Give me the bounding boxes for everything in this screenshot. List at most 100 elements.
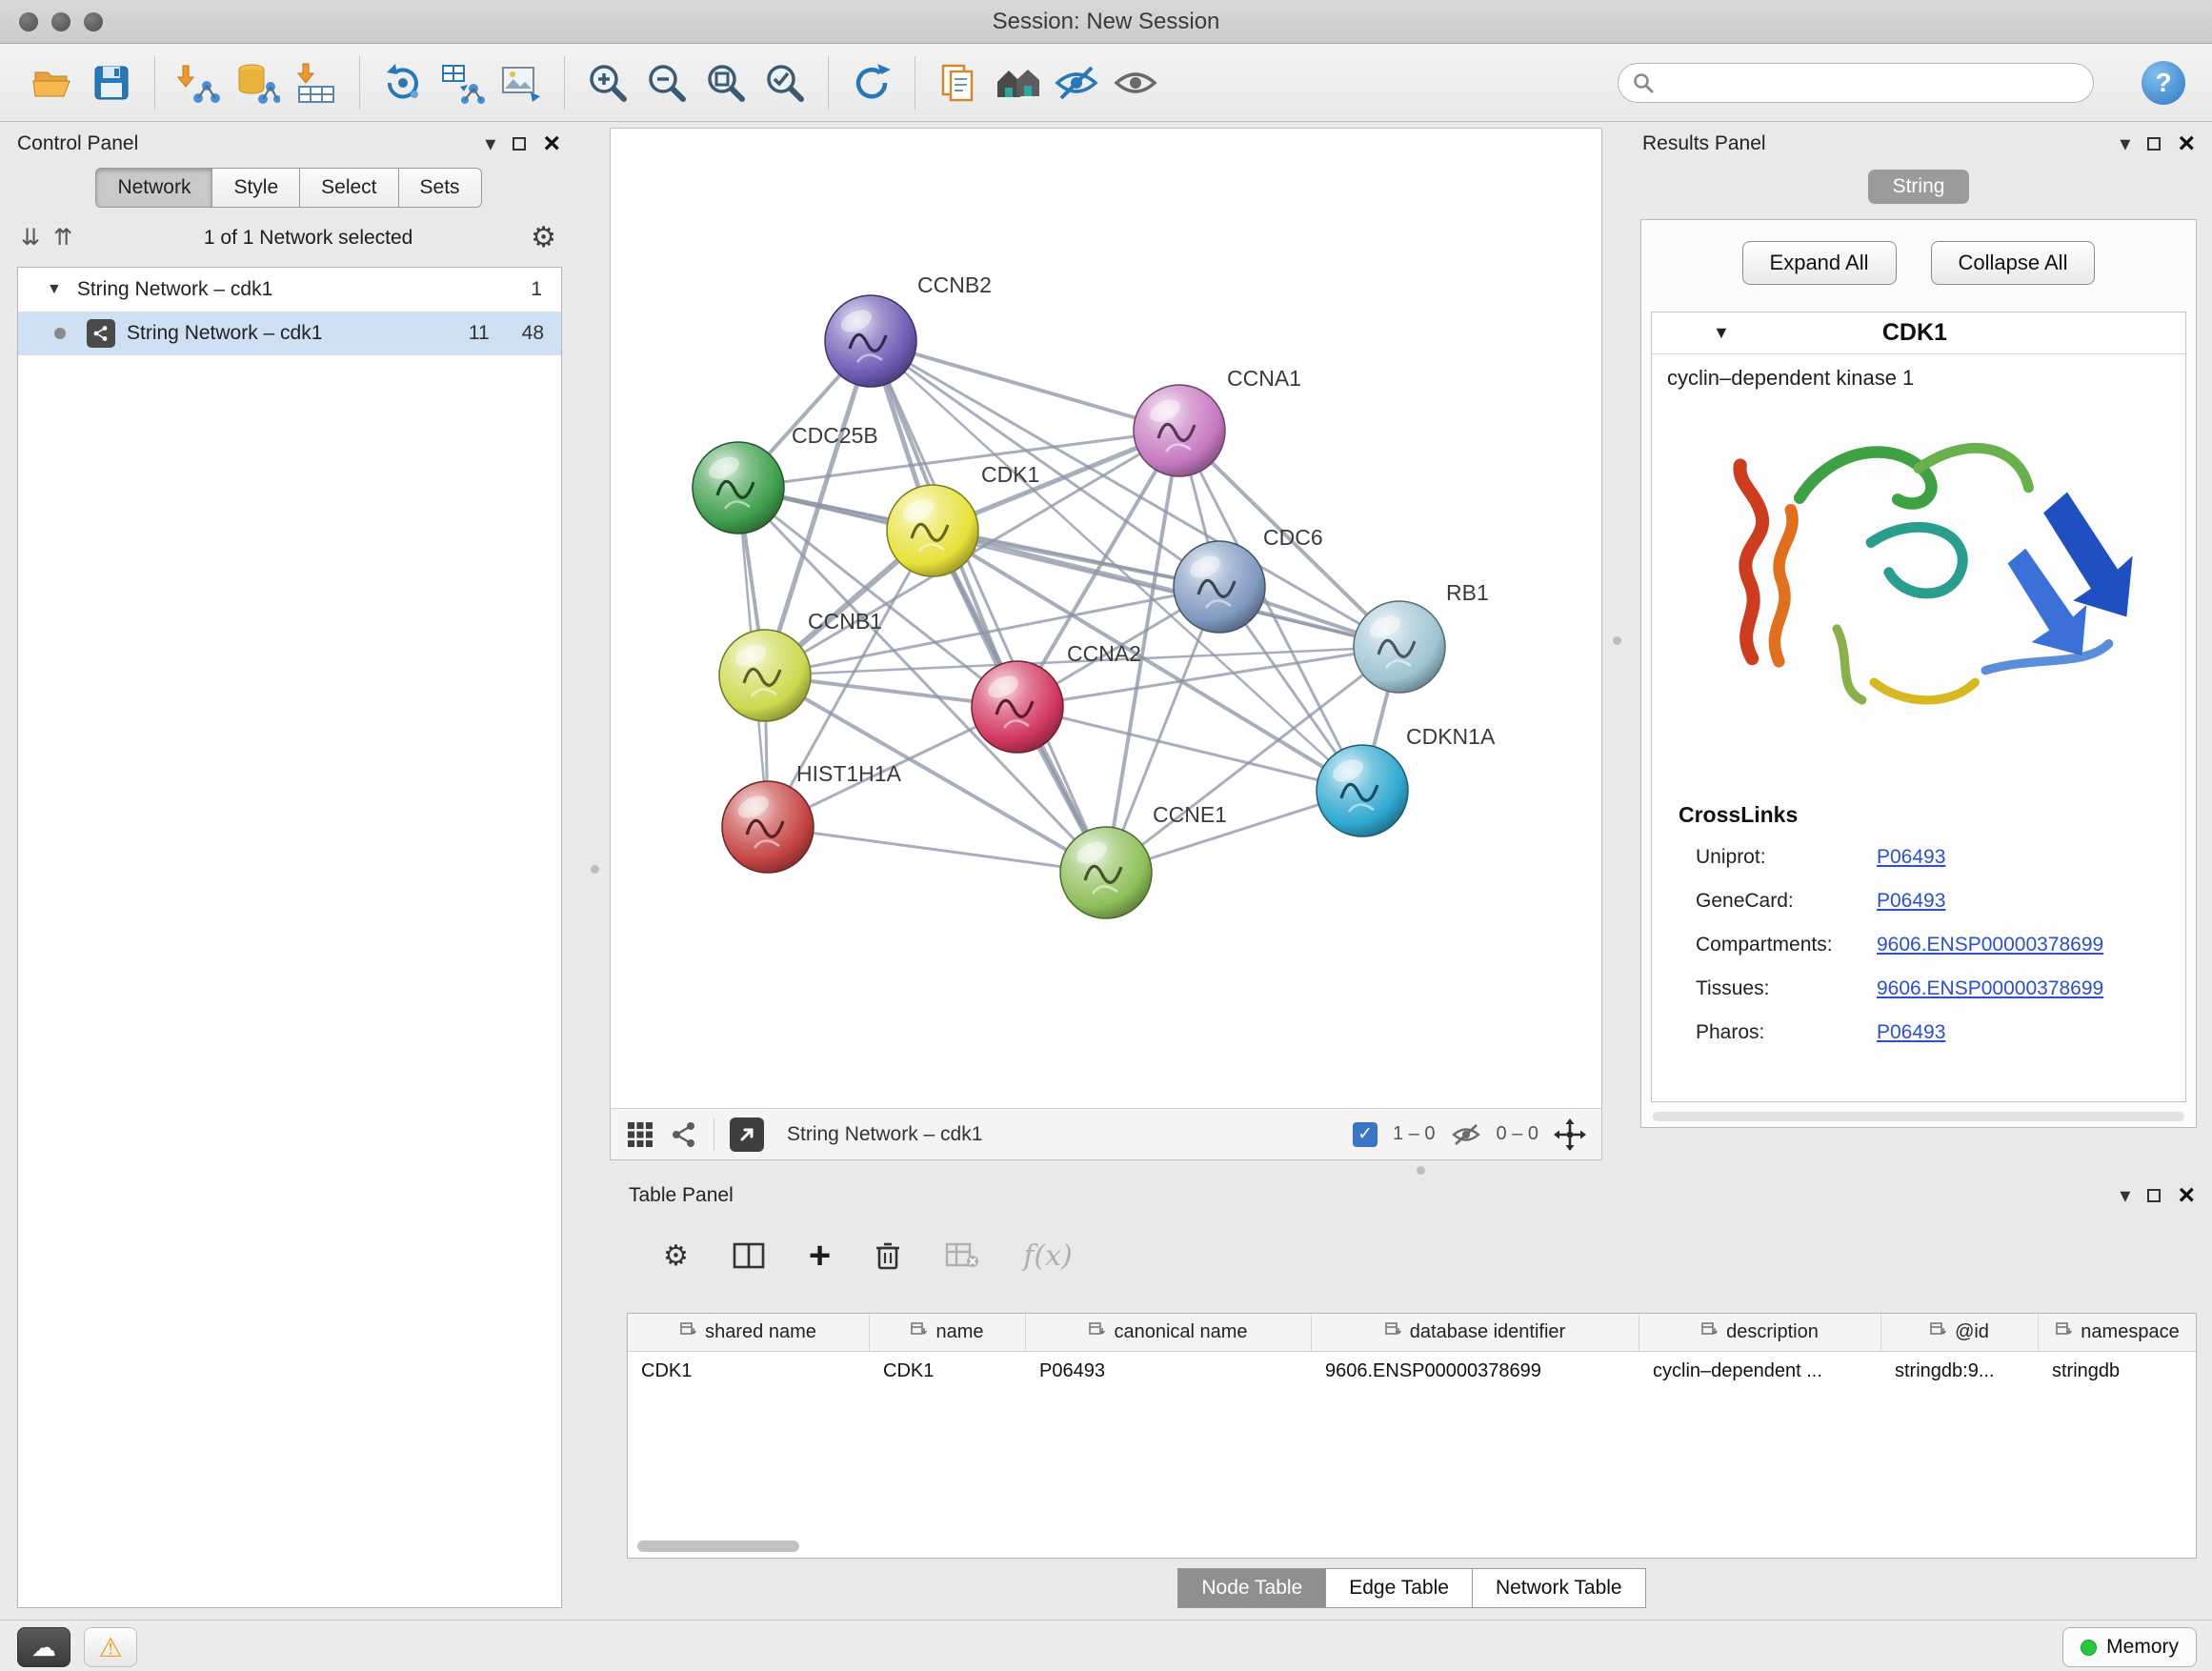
expand-all-tree-icon[interactable]: ⇊ xyxy=(21,224,40,252)
panel-collapse-icon[interactable]: ▾ xyxy=(2120,133,2130,154)
pan-crosshair-icon[interactable] xyxy=(1554,1118,1586,1151)
tab-network[interactable]: Network xyxy=(95,168,212,208)
table-settings-gear-icon[interactable]: ⚙ xyxy=(663,1239,689,1273)
hidden-eye-icon[interactable] xyxy=(1451,1123,1481,1146)
hidden-count: 0 – 0 xyxy=(1497,1123,1538,1145)
tab-node-table[interactable]: Node Table xyxy=(1177,1568,1326,1608)
network-node-CCNE1[interactable] xyxy=(1060,827,1152,918)
network-node-CDK1[interactable] xyxy=(887,485,978,576)
search-input[interactable] xyxy=(1655,66,2093,100)
tab-string[interactable]: String xyxy=(1868,170,1970,204)
panel-close-icon[interactable]: × xyxy=(2178,130,2195,158)
zoom-out-button[interactable] xyxy=(637,53,696,112)
panel-float-icon[interactable] xyxy=(513,137,526,151)
refresh-button[interactable] xyxy=(842,53,901,112)
node-detail-header[interactable]: ▼ CDK1 xyxy=(1652,312,2185,354)
network-row-selected[interactable]: String Network – cdk1 11 48 xyxy=(18,312,561,355)
zoom-in-button[interactable] xyxy=(578,53,637,112)
column-header-shared-name[interactable]: shared name xyxy=(628,1314,870,1351)
table-row[interactable]: CDK1CDK1P064939606.ENSP00000378699cyclin… xyxy=(628,1352,2196,1390)
zoom-selected-button[interactable] xyxy=(755,53,814,112)
panel-float-icon[interactable] xyxy=(2147,1189,2161,1202)
add-column-icon[interactable]: + xyxy=(809,1235,831,1278)
tab-style[interactable]: Style xyxy=(212,168,300,208)
collapse-all-tree-icon[interactable]: ⇈ xyxy=(53,224,72,252)
zoom-out-icon xyxy=(644,60,690,106)
table-horizontal-scrollbar[interactable] xyxy=(637,1540,799,1552)
network-node-CDC6[interactable] xyxy=(1174,541,1265,633)
column-header--id[interactable]: @id xyxy=(1881,1314,2039,1351)
column-header-canonical-name[interactable]: canonical name xyxy=(1026,1314,1312,1351)
network-node-CDKN1A[interactable] xyxy=(1317,745,1408,836)
cloud-status-button[interactable]: ☁ xyxy=(17,1627,70,1667)
results-panel-header: Results Panel ▾ × xyxy=(1633,128,2204,160)
clone-network-button[interactable] xyxy=(373,53,432,112)
import-network-from-file-button[interactable] xyxy=(169,53,228,112)
tab-edge-table[interactable]: Edge Table xyxy=(1326,1568,1473,1608)
collapse-all-button[interactable]: Collapse All xyxy=(1931,241,2096,285)
left-splitter-handle[interactable] xyxy=(591,865,599,874)
network-node-RB1[interactable] xyxy=(1354,601,1445,693)
zoom-fit-button[interactable] xyxy=(696,53,755,112)
column-header-name[interactable]: name xyxy=(870,1314,1026,1351)
birdseye-grid-icon[interactable] xyxy=(626,1120,654,1149)
delete-column-icon[interactable] xyxy=(875,1240,901,1271)
network-node-CCNB2[interactable] xyxy=(825,295,916,387)
copy-document-button[interactable] xyxy=(929,53,988,112)
network-overview-icon[interactable] xyxy=(670,1120,698,1149)
crosslink-value-link[interactable]: P06493 xyxy=(1877,846,2185,869)
import-network-from-database-button[interactable] xyxy=(228,53,287,112)
panel-close-icon[interactable]: × xyxy=(543,130,560,158)
network-selection-summary: 1 of 1 Network selected xyxy=(86,227,531,250)
help-button[interactable]: ? xyxy=(2142,61,2185,105)
column-header-description[interactable]: description xyxy=(1639,1314,1881,1351)
show-columns-icon[interactable] xyxy=(733,1242,765,1269)
tab-select[interactable]: Select xyxy=(300,168,398,208)
open-session-button[interactable] xyxy=(23,53,82,112)
function-builder-icon[interactable]: f(x) xyxy=(1023,1239,1072,1273)
home-networks-button[interactable] xyxy=(988,53,1047,112)
column-label: shared name xyxy=(705,1321,816,1343)
crosslink-value-link[interactable]: 9606.ENSP00000378699 xyxy=(1877,977,2185,1000)
tab-sets[interactable]: Sets xyxy=(399,168,482,208)
panel-collapse-icon[interactable]: ▾ xyxy=(2120,1185,2130,1206)
crosslink-value-link[interactable]: P06493 xyxy=(1877,1021,2185,1044)
column-header-namespace[interactable]: namespace xyxy=(2039,1314,2197,1351)
open-in-browser-button[interactable] xyxy=(730,1117,764,1152)
node-label-CCNA1: CCNA1 xyxy=(1227,366,1301,391)
right-splitter-handle[interactable] xyxy=(1613,636,1621,645)
table-panel-title: Table Panel xyxy=(629,1184,734,1207)
hide-unhide-button[interactable] xyxy=(1047,53,1106,112)
network-node-CDC25B[interactable] xyxy=(693,442,784,534)
network-node-HIST1H1A[interactable] xyxy=(722,781,814,873)
toolbar-search[interactable] xyxy=(1618,63,2094,103)
network-node-CCNA1[interactable] xyxy=(1134,385,1225,476)
bottom-splitter-handle[interactable] xyxy=(1417,1166,1425,1175)
save-icon xyxy=(90,62,132,104)
network-table-button[interactable] xyxy=(432,53,492,112)
panel-collapse-icon[interactable]: ▾ xyxy=(485,133,495,154)
expand-all-button[interactable]: Expand All xyxy=(1742,241,1897,285)
import-table-from-file-button[interactable] xyxy=(287,53,346,112)
tab-network-table[interactable]: Network Table xyxy=(1473,1568,1646,1608)
network-collection-row[interactable]: ▼ String Network – cdk1 1 xyxy=(18,268,561,312)
save-session-button[interactable] xyxy=(82,53,141,112)
network-options-gear-icon[interactable]: ⚙ xyxy=(531,221,556,254)
export-image-button[interactable] xyxy=(492,53,551,112)
show-graphics-button[interactable] xyxy=(1106,53,1165,112)
delete-table-icon[interactable] xyxy=(945,1242,979,1269)
tree-expander-icon[interactable]: ▼ xyxy=(47,281,62,298)
selected-nodes-checkbox-icon[interactable]: ✓ xyxy=(1353,1122,1377,1147)
panel-float-icon[interactable] xyxy=(2147,137,2161,151)
network-node-CCNB1[interactable] xyxy=(719,630,811,721)
column-header-database-identifier[interactable]: database identifier xyxy=(1312,1314,1639,1351)
warnings-button[interactable]: ⚠ xyxy=(84,1627,137,1667)
panel-close-icon[interactable]: × xyxy=(2178,1181,2195,1210)
crosslink-value-link[interactable]: P06493 xyxy=(1877,890,2185,913)
section-expander-icon[interactable]: ▼ xyxy=(1713,323,1730,343)
memory-button[interactable]: Memory xyxy=(2062,1627,2197,1667)
results-scrollbar[interactable] xyxy=(1653,1112,2184,1121)
network-graph[interactable]: CCNB2CCNA1CDC25BCDK1CDC6RB1CCNB1CCNA2CDK… xyxy=(611,129,1601,1108)
crosslink-value-link[interactable]: 9606.ENSP00000378699 xyxy=(1877,934,2185,956)
network-node-CCNA2[interactable] xyxy=(972,661,1063,753)
